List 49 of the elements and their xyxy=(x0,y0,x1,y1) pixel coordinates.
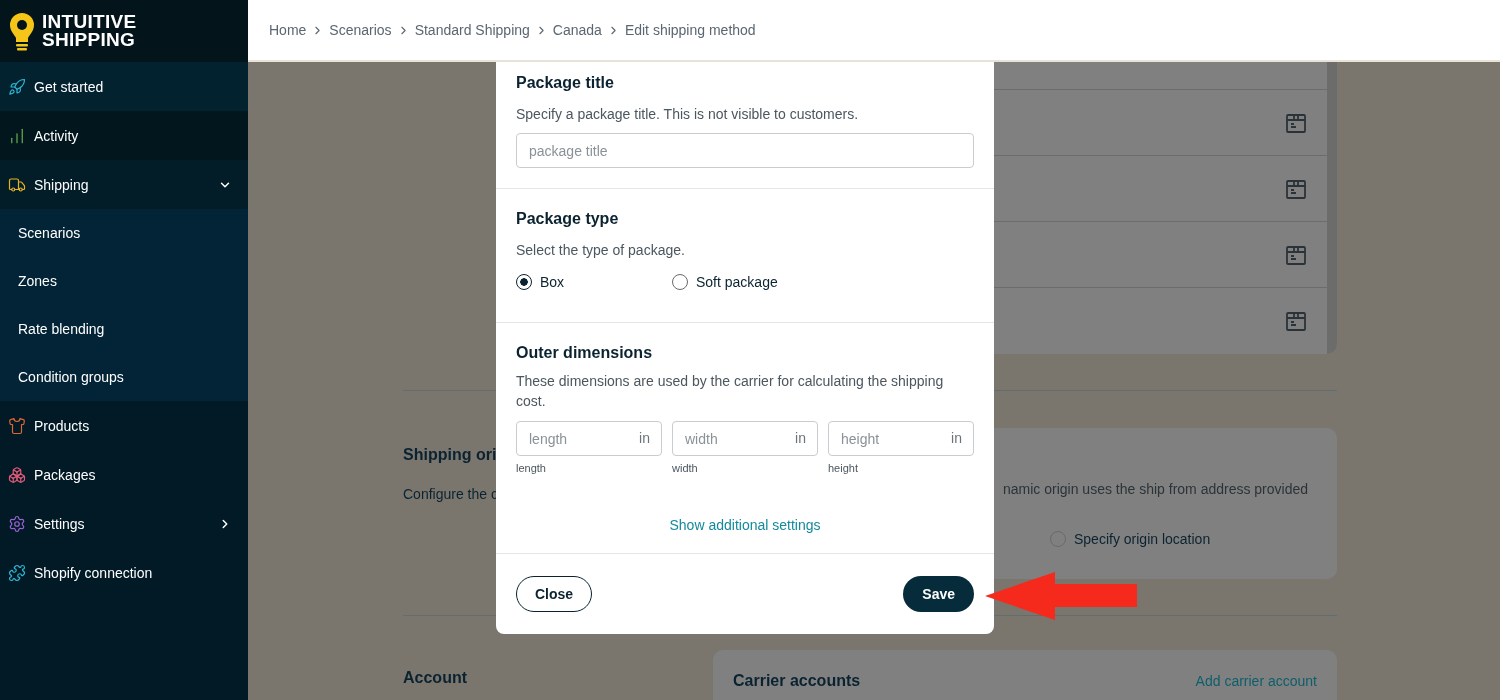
unit-suffix: in xyxy=(951,430,962,447)
save-button[interactable]: Save xyxy=(903,576,974,612)
sidebar-subitem[interactable]: Rate blending xyxy=(0,305,248,353)
title-input[interactable]: package title xyxy=(516,133,974,168)
breadcrumb-item[interactable]: Standard Shipping xyxy=(414,22,530,38)
sidebar-item[interactable]: Activity xyxy=(0,111,248,160)
logo-icon xyxy=(8,11,36,51)
section-heading: Shipping ori xyxy=(403,446,498,464)
field-label: length xyxy=(516,462,547,474)
sidebar-subitem[interactable]: Zones xyxy=(0,257,248,305)
truck-icon xyxy=(8,175,26,194)
close-button[interactable]: Close xyxy=(516,576,593,612)
card-text: namic origin uses the ship from address provided xyxy=(1002,481,1310,497)
radio-button[interactable] xyxy=(516,274,532,290)
breadcrumb-item[interactable]: Home xyxy=(269,22,307,38)
section-heading: Account xyxy=(403,669,468,688)
additional-settings-link[interactable]: Show additional settings xyxy=(669,517,821,533)
sidebar-subitem[interactable]: Scenarios xyxy=(0,209,248,257)
radio-label: Specify origin location xyxy=(1074,531,1211,547)
box-icon xyxy=(1285,177,1307,200)
box-icon xyxy=(1285,243,1307,266)
unit-suffix: in xyxy=(795,430,806,447)
shirt-icon xyxy=(8,416,26,435)
puzzle-icon xyxy=(8,563,26,582)
boxes-icon xyxy=(8,465,26,484)
section-heading: Package title xyxy=(516,74,615,92)
section-heading: Package type xyxy=(516,210,620,228)
radio-option[interactable]: Soft package xyxy=(672,274,828,290)
section-description: Specify a package title. This is not visible to customers. xyxy=(516,105,860,124)
field-label: width xyxy=(672,462,699,474)
sidebar-subitem[interactable]: Condition groups xyxy=(0,353,248,401)
box-icon xyxy=(1285,310,1307,332)
box-icon xyxy=(1285,111,1307,134)
section-description: These dimensions are used by the carrier for calculating the shipping cost. xyxy=(516,372,945,411)
radio-option[interactable]: Box xyxy=(516,274,672,290)
sidebar-item[interactable]: Get started xyxy=(0,62,248,111)
card-title: Carrier accounts xyxy=(733,672,861,690)
rocket-icon xyxy=(8,77,26,96)
chart-icon xyxy=(8,126,26,145)
field-label: height xyxy=(828,462,859,474)
breadcrumb-item[interactable]: Scenarios xyxy=(329,22,392,38)
radio-button[interactable] xyxy=(672,274,688,290)
breadcrumb-item[interactable]: Canada xyxy=(552,22,602,38)
unit-suffix: in xyxy=(639,430,650,447)
breadcrumb-item: Edit shipping method xyxy=(624,22,756,38)
section-heading: Outer dimensions xyxy=(516,344,654,362)
logo-text: INTUITIVE SHIPPING xyxy=(42,13,137,49)
gear-icon xyxy=(8,514,26,533)
section-description: Select the type of package. xyxy=(516,241,686,260)
